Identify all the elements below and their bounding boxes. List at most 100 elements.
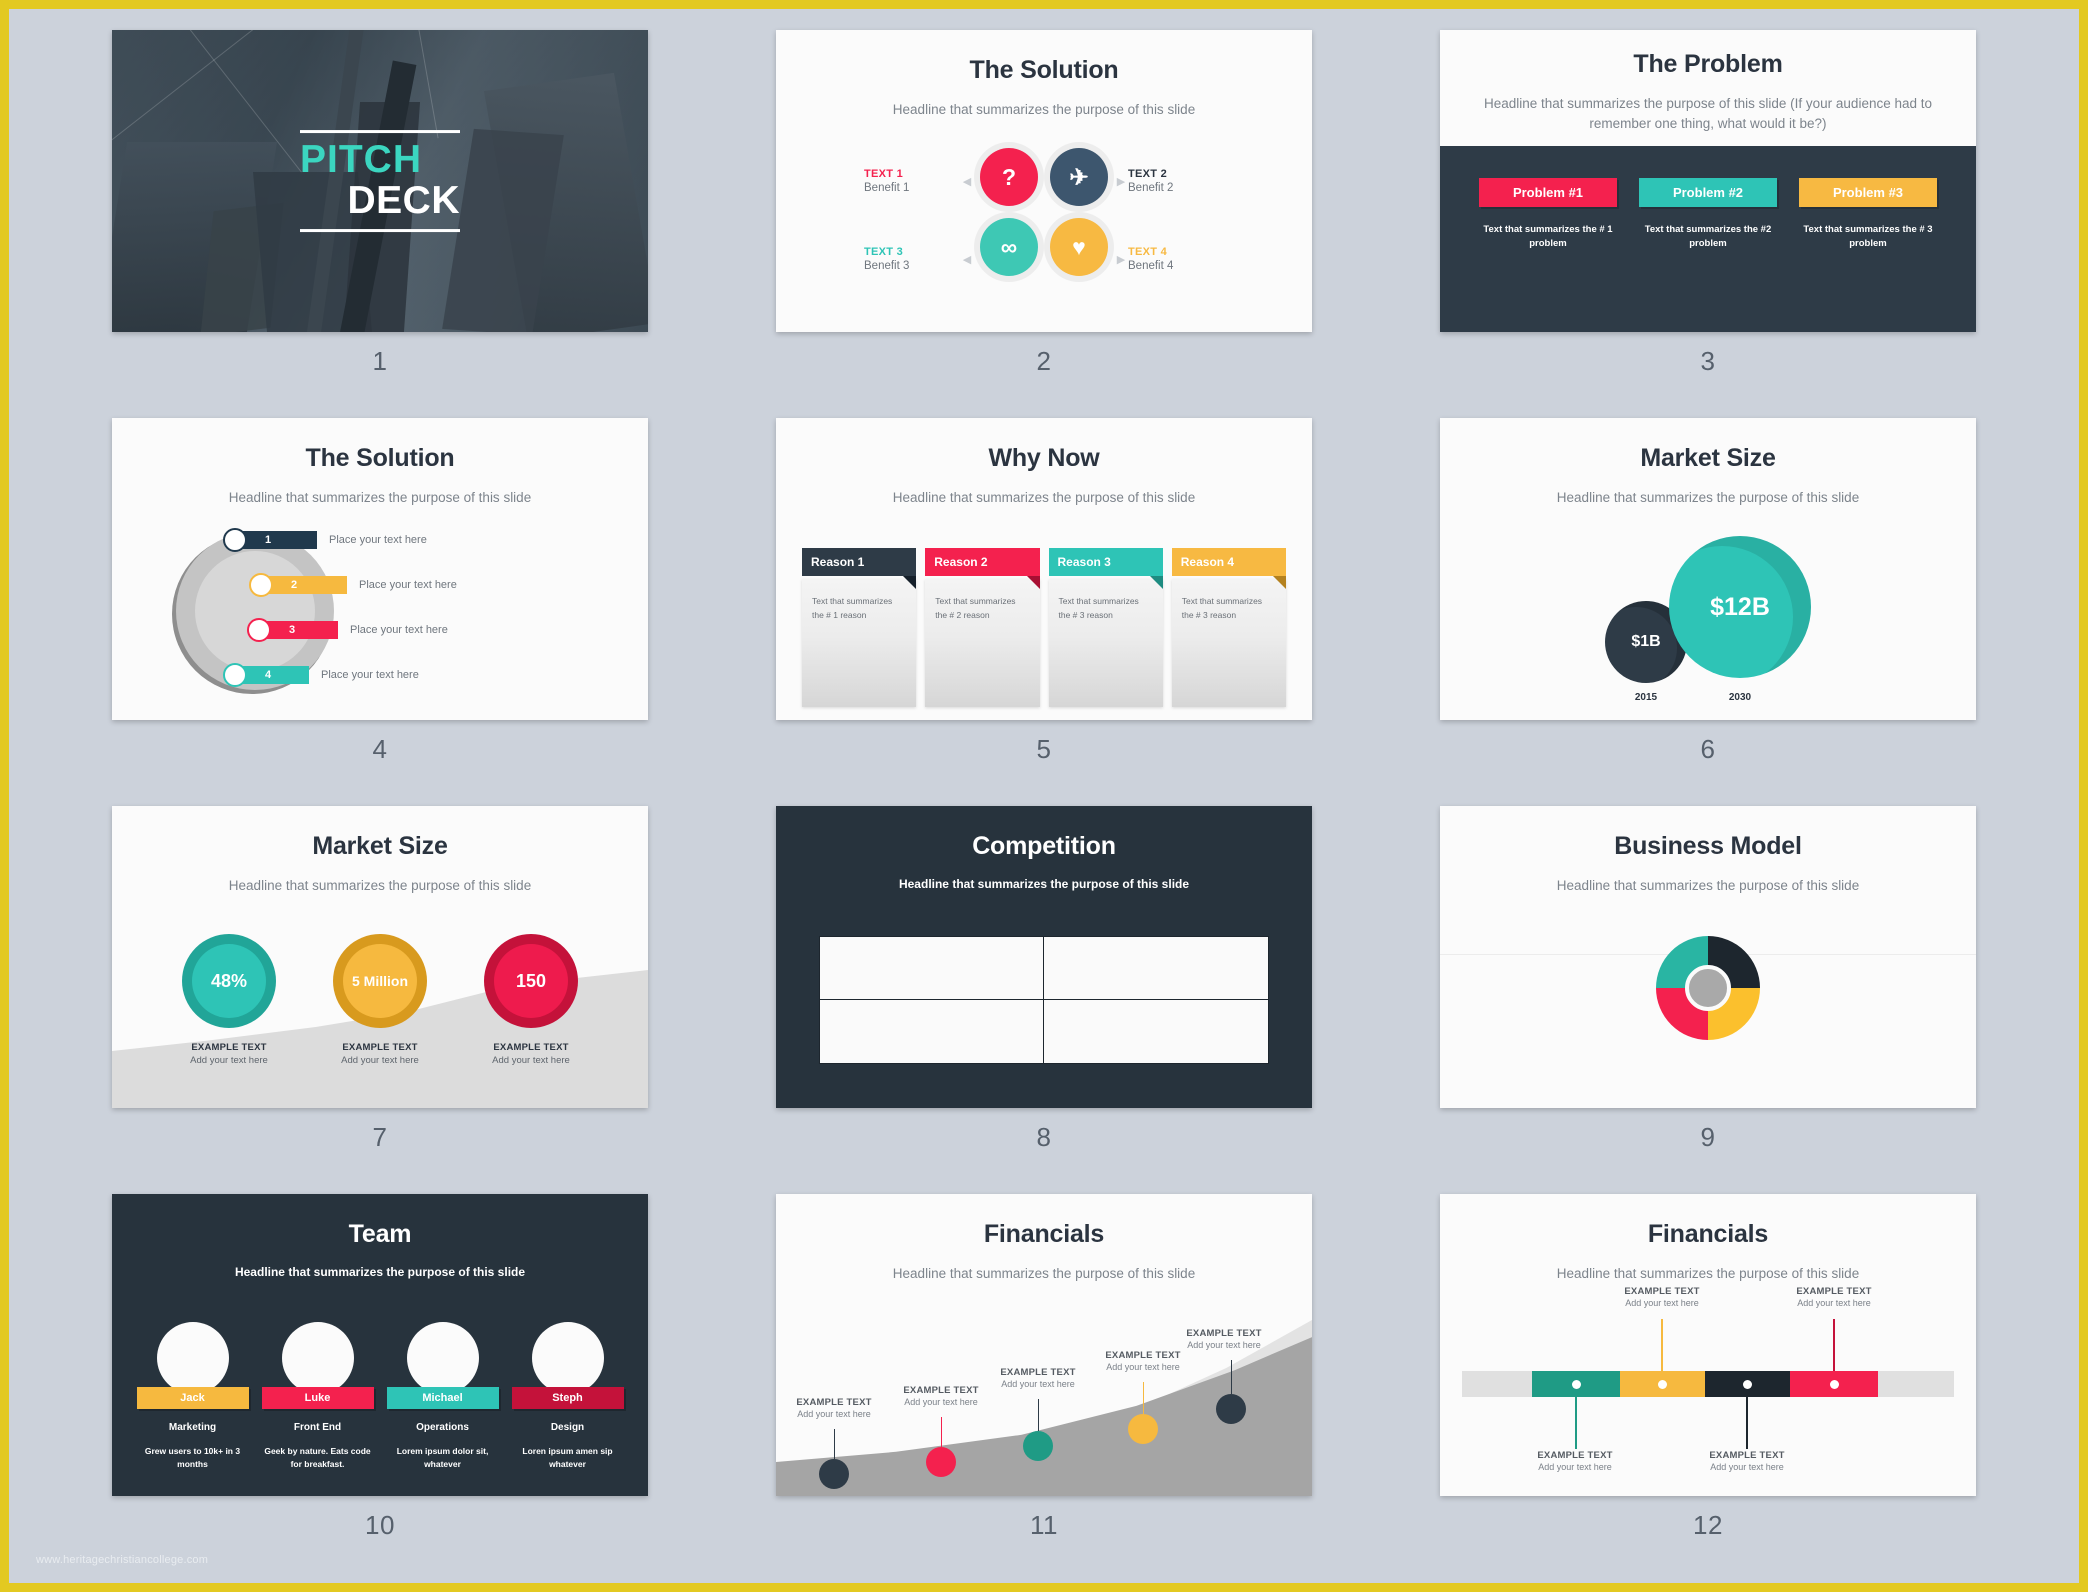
- slide-thumbnail-11[interactable]: Financials Headline that summarizes the …: [776, 1194, 1312, 1496]
- slide-number-4: 4: [372, 734, 388, 764]
- solution-row-3: TEXT 3 Benefit 3 ◀: [864, 220, 974, 298]
- page-frame-bottom: [0, 1583, 2088, 1592]
- slide-number-6: 6: [1700, 734, 1716, 764]
- reason-text-2: Text that summarizes the # 2 reason: [925, 579, 1040, 707]
- heart-icon[interactable]: ♥: [1050, 218, 1108, 276]
- chevron-left-icon: ◀: [962, 253, 972, 266]
- market-stat-2: 5 Million EXAMPLE TEXT Add your text her…: [318, 934, 443, 1066]
- solution-step-2[interactable]: 2 Place your text here: [249, 573, 647, 597]
- stat-key-1: EXAMPLE TEXT: [191, 1042, 267, 1053]
- bubble-caption-2030: 2030: [1728, 692, 1752, 703]
- point-sub-3: Add your text here: [1001, 1379, 1075, 1389]
- solution-step-3[interactable]: 3 Place your text here: [247, 618, 647, 642]
- watermark: www.heritagechristiancollege.com: [36, 1554, 209, 1566]
- point-sub-5: Add your text here: [1187, 1340, 1261, 1350]
- slide-number-5: 5: [1036, 734, 1052, 764]
- problem-chip-3[interactable]: Problem #3: [1799, 178, 1937, 207]
- point-stem-5: [1230, 1360, 1232, 1394]
- step-number-4: 4: [239, 666, 309, 684]
- timeline-sub-3: Add your text here: [1710, 1462, 1784, 1472]
- solution-label-2: TEXT 2 Benefit 2: [1128, 168, 1224, 194]
- point-key-5: EXAMPLE TEXT: [1186, 1328, 1262, 1339]
- reason-text-1: Text that summarizes the # 1 reason: [802, 579, 917, 707]
- slide-thumbnail-7[interactable]: Market Size Headline that summarizes the…: [112, 806, 648, 1108]
- slide-thumbnail-10[interactable]: Team Headline that summarizes the purpos…: [112, 1194, 648, 1496]
- timeline-segment-1[interactable]: [1532, 1371, 1620, 1397]
- reason-card-1[interactable]: Reason 1 Text that summarizes the # 1 re…: [802, 548, 917, 707]
- slide-thumbnail-4[interactable]: The Solution Headline that summarizes th…: [112, 418, 648, 720]
- slide-thumbnail-1[interactable]: PITCH DECK: [112, 30, 648, 332]
- competition-cell-3[interactable]: [820, 1000, 1044, 1063]
- step-text-3: Place your text here: [350, 624, 448, 636]
- point-key-4: EXAMPLE TEXT: [1105, 1350, 1181, 1361]
- slide-cell-6: Market Size Headline that summarizes the…: [1376, 418, 2040, 806]
- solution-step-4[interactable]: 4 Place your text here: [223, 663, 647, 687]
- slide-number-3: 3: [1700, 346, 1716, 376]
- solution-circle-row-top: ? ✈: [974, 142, 1114, 212]
- slide-thumbnail-3[interactable]: The Problem Headline that summarizes the…: [1440, 30, 1976, 332]
- timeline-sub-1: Add your text here: [1538, 1462, 1612, 1472]
- rocket-icon[interactable]: ✈: [1050, 148, 1108, 206]
- member-name-2: Luke: [261, 1387, 374, 1409]
- slide-thumbnail-12[interactable]: Financials Headline that summarizes the …: [1440, 1194, 1976, 1496]
- step-text-2: Place your text here: [359, 579, 457, 591]
- stat-sub-1: Add your text here: [190, 1055, 268, 1066]
- bubble-2030: $12B: [1669, 536, 1811, 678]
- stat-sub-2: Add your text here: [341, 1055, 419, 1066]
- timeline-segment-3[interactable]: [1705, 1371, 1790, 1397]
- stat-value-1: 48%: [210, 970, 248, 991]
- slide-thumbnail-2[interactable]: The Solution Headline that summarizes th…: [776, 30, 1312, 332]
- member-name-4: Steph: [511, 1387, 624, 1409]
- donut-chart: [1656, 936, 1760, 1040]
- slide-headline: Headline that summarizes the purpose of …: [892, 102, 1196, 117]
- timeline-stem-1: [1575, 1397, 1577, 1449]
- problem-chip-2[interactable]: Problem #2: [1639, 178, 1777, 207]
- slide-thumbnail-9[interactable]: Business Model Headline that summarizes …: [1440, 806, 1976, 1108]
- slide-number-1: 1: [372, 346, 388, 376]
- slide-cell-8: Competition Headline that summarizes the…: [712, 806, 1376, 1194]
- page-frame-top: [0, 0, 2088, 9]
- binoculars-icon[interactable]: ∞: [980, 218, 1038, 276]
- timeline-segment-4[interactable]: [1790, 1371, 1878, 1397]
- slide-title: Competition: [972, 832, 1116, 860]
- slide-thumbnail-6[interactable]: Market Size Headline that summarizes the…: [1440, 418, 1976, 720]
- timeline-segment-2[interactable]: [1620, 1371, 1705, 1397]
- solution-value-2: Benefit 2: [1128, 182, 1174, 194]
- stat-circle-1: 48%: [182, 934, 276, 1028]
- point-sub-1: Add your text here: [797, 1409, 871, 1419]
- solution-row-1: TEXT 1 Benefit 1 ◀: [864, 142, 974, 220]
- slide-title: The Problem: [1633, 50, 1783, 78]
- problem-chip-1[interactable]: Problem #1: [1479, 178, 1617, 207]
- timeline-sub-4: Add your text here: [1797, 1298, 1871, 1308]
- competition-cell-1[interactable]: [820, 937, 1044, 1000]
- reason-label-2: Reason 2: [925, 548, 1040, 589]
- competition-cell-4[interactable]: [1044, 1000, 1268, 1063]
- title-rule-bottom: [300, 228, 460, 232]
- timeline-dot-2: [1658, 1379, 1667, 1389]
- member-role-4: Design: [550, 1422, 585, 1433]
- slide-thumbnail-5[interactable]: Why Now Headline that summarizes the pur…: [776, 418, 1312, 720]
- slide-number-11: 11: [1030, 1510, 1058, 1540]
- competition-cell-2[interactable]: [1044, 937, 1268, 1000]
- slide-thumbnail-8[interactable]: Competition Headline that summarizes the…: [776, 806, 1312, 1108]
- timeline-dot-3: [1743, 1379, 1752, 1389]
- cover-title-line2: DECK: [347, 179, 460, 222]
- slide-title: Financials: [983, 1220, 1105, 1248]
- timeline-label-4: EXAMPLE TEXT Add your text here: [1764, 1286, 1904, 1308]
- solution-step-1[interactable]: 1 Place your text here: [223, 528, 647, 552]
- solution-key-4: TEXT 4: [1128, 246, 1168, 258]
- chevron-right-icon: ▶: [1116, 175, 1126, 188]
- timeline-stem-4: [1833, 1319, 1835, 1371]
- slide-headline: Headline that summarizes the purpose of …: [892, 490, 1196, 505]
- timeline-dot-1: [1571, 1379, 1581, 1389]
- avatar: [156, 1322, 229, 1394]
- problem-text-3: Text that summarizes the # 3 problem: [1803, 224, 1933, 249]
- point-stem-3: [1037, 1399, 1039, 1431]
- cover-title-line1: PITCH: [300, 138, 422, 182]
- question-mark-icon[interactable]: ?: [980, 148, 1038, 206]
- team-member-1: Jack Marketing Grew users to 10k+ in 3 m…: [136, 1322, 249, 1471]
- solution-label-1: TEXT 1 Benefit 1: [864, 168, 960, 194]
- reason-card-4[interactable]: Reason 4 Text that summarizes the # 3 re…: [1171, 548, 1287, 707]
- reason-card-2[interactable]: Reason 2 Text that summarizes the # 2 re…: [925, 548, 1040, 707]
- reason-card-3[interactable]: Reason 3 Text that summarizes the # 3 re…: [1048, 548, 1164, 707]
